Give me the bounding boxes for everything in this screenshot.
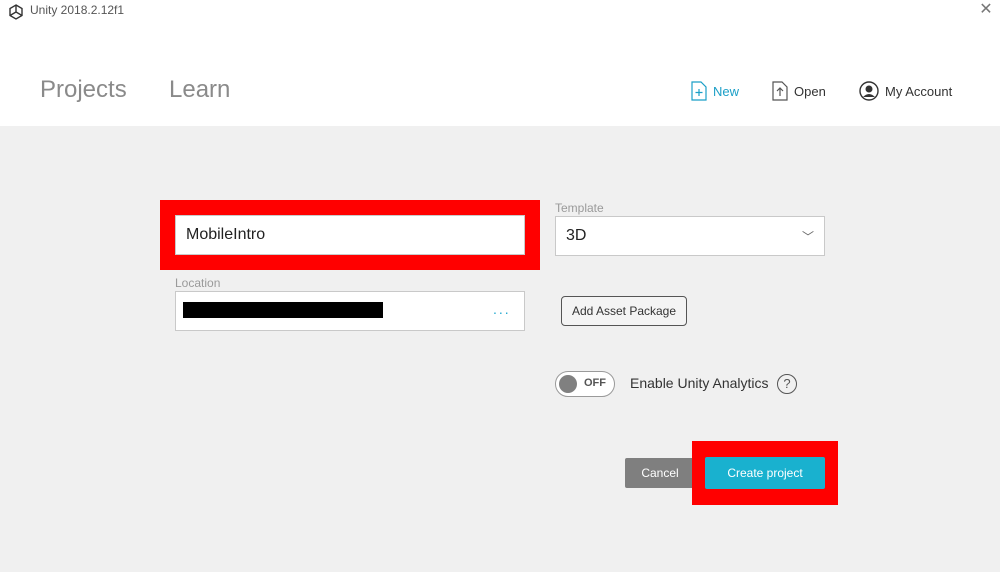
project-name-input[interactable]: MobileIntro — [175, 215, 525, 255]
my-account-button[interactable]: My Account — [859, 80, 952, 102]
template-value: 3D — [566, 227, 587, 244]
new-button[interactable]: New — [691, 80, 739, 102]
tab-learn[interactable]: Learn — [169, 76, 230, 104]
new-label: New — [713, 83, 740, 99]
analytics-toggle[interactable]: OFF — [555, 371, 615, 397]
add-asset-package-button[interactable]: Add Asset Package — [561, 296, 687, 326]
analytics-label: Enable Unity Analytics — [630, 375, 769, 391]
tab-projects[interactable]: Projects — [40, 76, 127, 104]
browse-location-button[interactable]: ... — [493, 301, 511, 317]
window-title: Unity 2018.2.12f1 — [30, 3, 125, 17]
unity-logo-icon — [9, 4, 23, 20]
toggle-knob — [559, 375, 577, 393]
open-button[interactable]: Open — [772, 80, 826, 102]
redacted-location-path — [183, 302, 383, 318]
create-project-button[interactable]: Create project — [705, 457, 825, 489]
close-icon[interactable]: ✕ — [976, 0, 996, 20]
account-label: My Account — [885, 83, 953, 99]
help-icon[interactable]: ? — [777, 374, 797, 394]
open-file-icon — [772, 81, 788, 101]
location-label: Location — [175, 276, 221, 290]
account-avatar-icon — [859, 81, 879, 101]
template-select[interactable]: 3D — [555, 216, 825, 256]
cancel-button[interactable]: Cancel — [625, 458, 695, 488]
header-area: Unity 2018.2.12f1 ✕ Projects Learn New O… — [0, 0, 1000, 126]
chevron-down-icon: ﹀ — [802, 230, 815, 244]
open-label: Open — [794, 83, 826, 99]
new-file-icon — [691, 81, 707, 101]
template-label: Template — [555, 201, 604, 215]
toggle-state-label: OFF — [584, 377, 606, 389]
